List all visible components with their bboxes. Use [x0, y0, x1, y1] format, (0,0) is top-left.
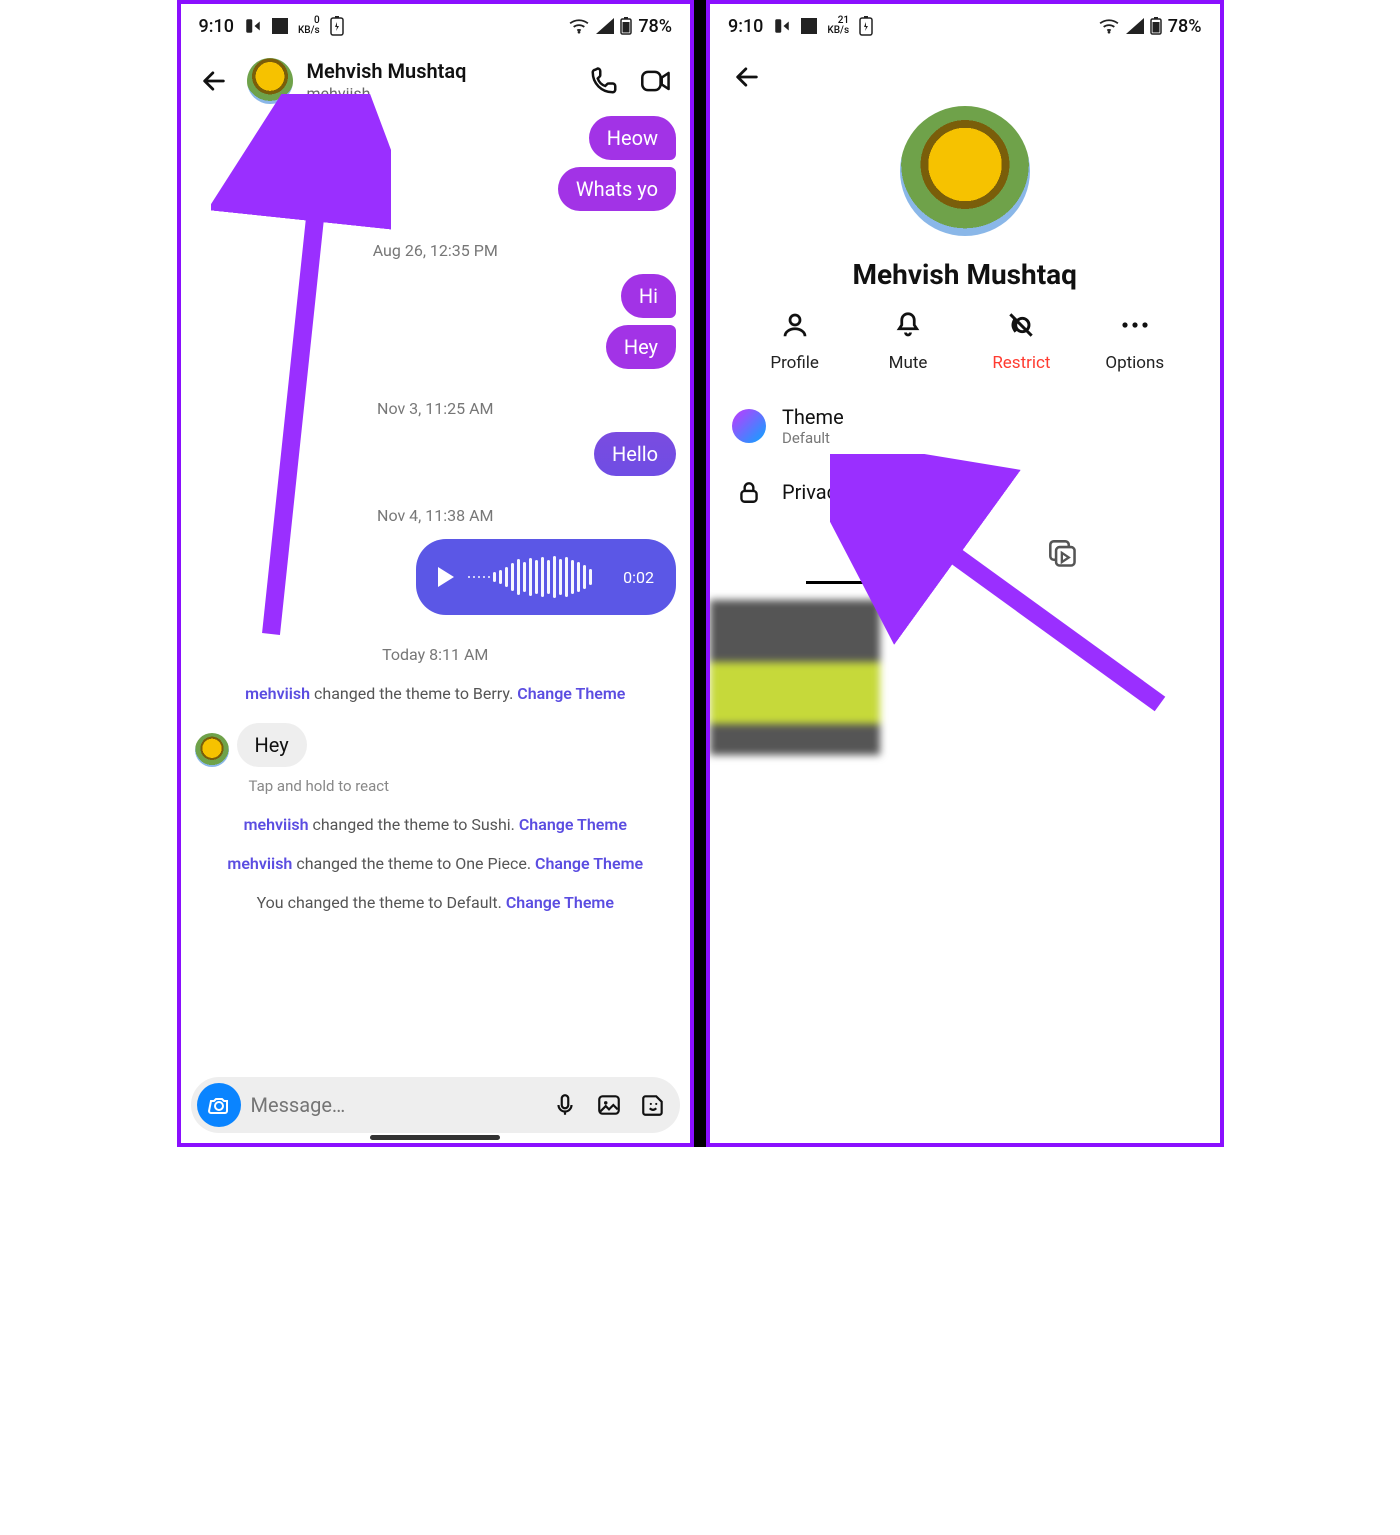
- timestamp: Nov 3, 11:25 AM: [195, 399, 677, 418]
- battery-icon: [620, 17, 632, 35]
- profile-action-profile[interactable]: Profile: [750, 307, 840, 373]
- change-theme-link[interactable]: Change Theme: [517, 684, 625, 703]
- video-call-button[interactable]: [636, 61, 676, 101]
- profile-name: Mehvish Mushtaq: [728, 258, 1202, 291]
- battery-charging-icon: [330, 16, 344, 36]
- sent-message[interactable]: Whats yo: [558, 167, 676, 211]
- profile-action-restrict[interactable]: Restrict: [976, 307, 1066, 373]
- contact-header[interactable]: Mehvish Mushtaq mehviish: [307, 59, 571, 104]
- change-theme-link[interactable]: Change Theme: [519, 815, 627, 834]
- network-speed: 0KB/s: [298, 16, 320, 36]
- home-indicator[interactable]: [370, 1135, 500, 1140]
- status-bar: 9:10 21KB/s 78%: [710, 4, 1220, 48]
- received-message[interactable]: Hey: [237, 723, 307, 767]
- camera-button[interactable]: [197, 1083, 241, 1127]
- status-time: 9:10: [199, 16, 234, 37]
- system-message: mehviish changed the theme to Sushi. Cha…: [195, 815, 677, 834]
- wifi-icon: [1098, 18, 1120, 34]
- sent-message[interactable]: Hi: [621, 274, 676, 318]
- media-tab-files[interactable]: [1003, 539, 1123, 584]
- back-button[interactable]: [728, 58, 766, 96]
- network-speed: 21KB/s: [827, 16, 849, 36]
- timestamp: Nov 4, 11:38 AM: [195, 506, 677, 525]
- profile-actions: Profile Mute Restrict Options: [728, 301, 1202, 391]
- profile-avatar[interactable]: [900, 106, 1030, 236]
- contact-name: Mehvish Mushtaq: [307, 59, 571, 84]
- bell-icon: [890, 307, 926, 343]
- dnd-icon: [773, 17, 791, 35]
- back-button[interactable]: [195, 62, 233, 100]
- sync-icon: [852, 539, 880, 567]
- avatar[interactable]: [195, 733, 229, 767]
- battery-pct: 78%: [1168, 16, 1202, 37]
- sent-message[interactable]: Hey: [606, 325, 676, 369]
- media-icon: [1048, 539, 1078, 569]
- mic-button[interactable]: [548, 1088, 582, 1122]
- system-message: You changed the theme to Default. Change…: [195, 893, 677, 912]
- voice-message[interactable]: 0:02: [416, 539, 676, 615]
- status-bar: 9:10 0KB/s 78%: [181, 4, 691, 48]
- chat-header: Mehvish Mushtaq mehviish: [181, 48, 691, 112]
- system-message: mehviish changed the theme to One Piece.…: [195, 854, 677, 873]
- dnd-icon: [244, 17, 262, 35]
- square-icon: [272, 18, 288, 34]
- signal-icon: [1126, 18, 1144, 34]
- play-icon[interactable]: [438, 567, 454, 587]
- reaction-hint: Tap and hold to react: [249, 777, 677, 795]
- status-time: 9:10: [728, 16, 763, 37]
- timestamp: Today 8:11 AM: [195, 645, 677, 664]
- message-composer: [191, 1077, 681, 1133]
- timestamp: Aug 26, 12:35 PM: [195, 241, 677, 260]
- battery-icon: [1150, 17, 1162, 35]
- waveform: [468, 555, 609, 599]
- privacy-setting[interactable]: Privacy & safety: [728, 461, 1202, 523]
- media-tab-shared[interactable]: [806, 539, 926, 584]
- media-tabs: [728, 523, 1202, 590]
- privacy-label: Privacy & safety: [782, 480, 924, 504]
- battery-charging-icon: [859, 16, 873, 36]
- avatar[interactable]: [247, 58, 293, 104]
- signal-icon: [596, 18, 614, 34]
- theme-label: Theme: [782, 405, 844, 429]
- theme-setting[interactable]: Theme Default: [728, 391, 1202, 461]
- theme-value: Default: [782, 429, 844, 447]
- sent-message[interactable]: Hello: [594, 432, 676, 476]
- restrict-icon: [1003, 307, 1039, 343]
- square-icon: [801, 18, 817, 34]
- message-input[interactable]: [251, 1093, 539, 1117]
- change-theme-link[interactable]: Change Theme: [535, 854, 643, 873]
- gallery-button[interactable]: [592, 1088, 626, 1122]
- system-message: mehviish changed the theme to Berry. Cha…: [195, 684, 677, 703]
- contact-handle: mehviish: [307, 84, 571, 104]
- profile-action-mute[interactable]: Mute: [863, 307, 953, 373]
- wifi-icon: [568, 18, 590, 34]
- battery-pct: 78%: [638, 16, 672, 37]
- media-thumbnail[interactable]: [710, 600, 880, 755]
- theme-icon: [732, 409, 766, 443]
- change-theme-link[interactable]: Change Theme: [506, 893, 614, 912]
- profile-action-options[interactable]: Options: [1090, 307, 1180, 373]
- sticker-button[interactable]: [636, 1088, 670, 1122]
- more-icon: [1117, 307, 1153, 343]
- sent-message[interactable]: Heow: [589, 116, 676, 160]
- shared-media-grid: [710, 600, 1220, 755]
- lock-icon: [732, 475, 766, 509]
- voice-duration: 0:02: [623, 568, 654, 587]
- voice-call-button[interactable]: [584, 61, 624, 101]
- person-icon: [777, 307, 813, 343]
